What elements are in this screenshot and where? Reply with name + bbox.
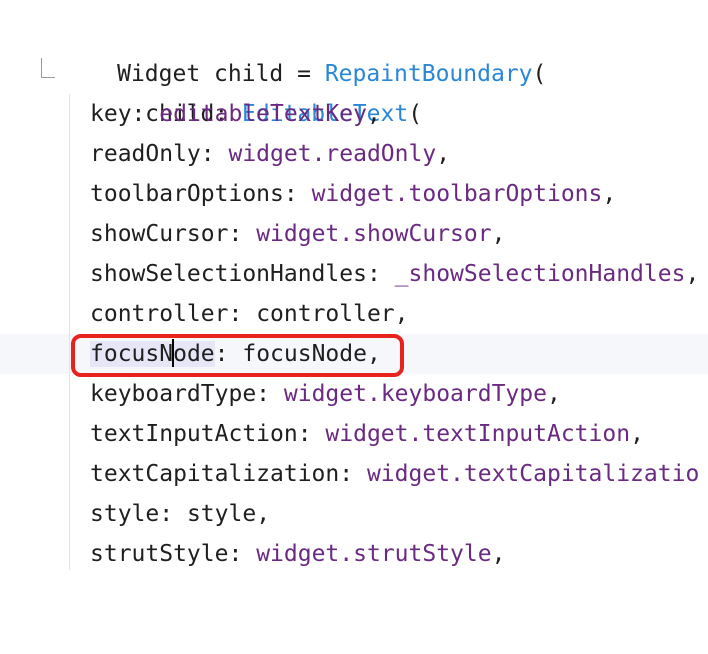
- code-line-key[interactable]: key: editableTextKey,: [0, 94, 708, 134]
- param-value: editableTextKey: [159, 101, 367, 127]
- param-value: controller: [256, 301, 395, 327]
- colon: :: [159, 501, 187, 527]
- code-line-2[interactable]: child: EditableText(: [0, 54, 708, 127]
- widget-ref: widget.: [311, 181, 409, 207]
- colon: :: [297, 421, 326, 447]
- param-value: keyboardType: [380, 381, 547, 407]
- param-value: style: [186, 501, 257, 527]
- widget-ref: widget.: [325, 421, 423, 447]
- comma: ,: [256, 501, 271, 527]
- colon: :: [228, 301, 257, 327]
- annotation-highlight-box: [71, 334, 404, 377]
- param-name: key: [90, 101, 132, 127]
- comma: ,: [366, 101, 381, 127]
- param-value: _showSelectionHandles: [394, 261, 686, 287]
- comma: ,: [491, 541, 506, 567]
- widget-ref: widget.: [283, 381, 381, 407]
- code-line-keyboardtype[interactable]: keyboardType: widget.keyboardType,: [0, 374, 708, 414]
- code-line-showcursor[interactable]: showCursor: widget.showCursor,: [0, 214, 708, 254]
- comma: ,: [685, 261, 700, 287]
- code-line-strutstyle[interactable]: strutStyle: widget.strutStyle,: [0, 534, 708, 574]
- param-value: textCapitalizatio: [463, 461, 700, 487]
- comma: ,: [436, 141, 451, 167]
- code-line-1[interactable]: Widget child = RepaintBoundary(: [0, 14, 708, 87]
- widget-ref: widget.: [228, 141, 326, 167]
- param-name: showSelectionHandles: [90, 261, 367, 287]
- colon: :: [228, 221, 257, 247]
- comma: ,: [630, 421, 644, 447]
- colon: :: [131, 101, 160, 127]
- param-name: textInputAction: [90, 421, 298, 447]
- colon: :: [256, 381, 284, 407]
- param-name: textCapitalization: [90, 461, 340, 487]
- colon: :: [200, 141, 229, 167]
- comma: ,: [602, 181, 617, 207]
- param-name: controller: [90, 301, 229, 327]
- param-name: keyboardType: [90, 381, 257, 407]
- code-line-textinputaction[interactable]: textInputAction: widget.textInputAction,: [0, 414, 708, 454]
- comma: ,: [546, 381, 561, 407]
- param-value: textInputAction: [422, 421, 631, 447]
- colon: :: [283, 181, 312, 207]
- comma: ,: [491, 221, 506, 247]
- code-line-toolbaroptions[interactable]: toolbarOptions: widget.toolbarOptions,: [0, 174, 708, 214]
- code-line-showselectionhandles[interactable]: showSelectionHandles: _showSelectionHand…: [0, 254, 708, 294]
- param-name: showCursor: [90, 221, 229, 247]
- code-line-style[interactable]: style: style,: [0, 494, 708, 534]
- code-line-readonly[interactable]: readOnly: widget.readOnly,: [0, 134, 708, 174]
- colon: :: [228, 541, 257, 567]
- widget-ref: widget.: [256, 541, 354, 567]
- param-value: strutStyle: [353, 541, 492, 567]
- param-value: showCursor: [353, 221, 492, 247]
- param-name: toolbarOptions: [90, 181, 284, 207]
- param-name: style: [90, 501, 160, 527]
- colon: :: [366, 261, 395, 287]
- comma: ,: [394, 301, 409, 327]
- colon: :: [339, 461, 367, 487]
- code-line-controller[interactable]: controller: controller,: [0, 294, 708, 334]
- param-value: readOnly: [325, 141, 437, 167]
- code-line-textcapitalization[interactable]: textCapitalization: widget.textCapitaliz…: [0, 454, 708, 494]
- code-editor[interactable]: Widget child = RepaintBoundary( child: E…: [0, 0, 708, 570]
- widget-ref: widget.: [256, 221, 354, 247]
- param-value: toolbarOptions: [408, 181, 603, 207]
- param-name: readOnly: [90, 141, 201, 167]
- widget-ref: widget.: [366, 461, 464, 487]
- param-name: strutStyle: [90, 541, 229, 567]
